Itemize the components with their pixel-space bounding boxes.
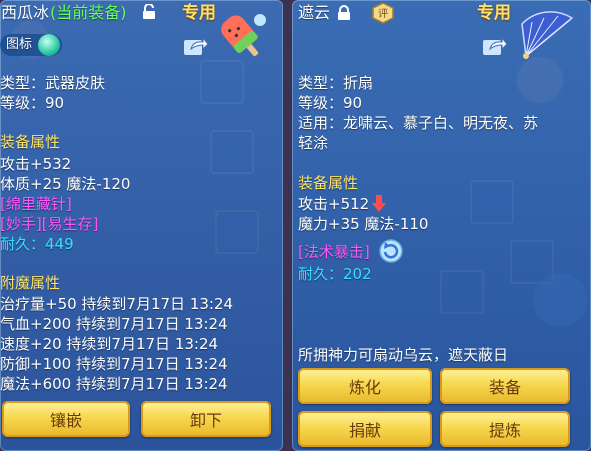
enchant-attributes-heading: 附魔属性 (0, 274, 61, 292)
icon-tab-label: 图标 (6, 37, 33, 52)
unlock-icon (143, 4, 155, 19)
share-icon[interactable] (482, 36, 508, 56)
special-skills: [妙手][易生存] (0, 215, 99, 233)
refine-button[interactable]: 炼化 (298, 368, 432, 404)
extract-button[interactable]: 提炼 (440, 411, 570, 447)
watermelon-popsicle-icon (221, 14, 266, 57)
special-effect: [绵里藏针] (0, 195, 72, 213)
exclusive-badge: 专用 (182, 3, 216, 23)
item-type: 类型：武器皮肤 (0, 74, 106, 92)
durability: 耐久：202 (298, 265, 372, 283)
item-level: 等级：90 (0, 94, 65, 112)
folding-fan-icon (521, 11, 574, 59)
item-description: 所拥神力可扇动乌云，遮天蔽日 (298, 346, 509, 364)
exclusive-badge: 专用 (477, 3, 511, 23)
appraise-badge-icon: 评 (372, 2, 394, 24)
icon-tab[interactable]: 图标 (0, 34, 62, 56)
inlay-button[interactable]: 镶嵌 (2, 401, 130, 437)
toggle-orb-icon (38, 34, 60, 56)
applicable-roles: 适用：龙啸云、慕子白、明无夜、苏 (298, 114, 539, 132)
equipped-tag: (当前装备) (50, 3, 127, 22)
equip-attributes-heading: 装备属性 (298, 174, 359, 192)
item-name: 西瓜冰 (1, 3, 50, 22)
share-icon[interactable] (183, 36, 209, 56)
enchant-line: 治疗量+50 持续到7月17日 13:24 (0, 295, 234, 313)
attr-line: 体质+25 魔法-120 (0, 175, 131, 193)
equip-attributes-heading: 装备属性 (0, 133, 61, 151)
attr-line: 攻击+532 (0, 155, 72, 173)
attr-line: 魔力+35 魔法-110 (298, 215, 429, 233)
lock-icon (338, 5, 350, 20)
enchant-line: 防御+100 持续到7月17日 13:24 (0, 355, 228, 373)
svg-text:评: 评 (378, 8, 388, 20)
enchant-line: 气血+200 持续到7月17日 13:24 (0, 315, 228, 333)
refresh-icon[interactable] (379, 239, 403, 263)
applicable-roles-cont: 轻涂 (298, 134, 329, 152)
right-item-tooltip: 遮云 评 专用 类型：折扇 等级：90 适用：龙啸云、慕子白、明无夜、苏 轻涂 … (292, 0, 591, 451)
donate-button[interactable]: 捐献 (298, 411, 432, 447)
down-arrow-icon (372, 195, 386, 212)
enchant-line: 魔法+600 持续到7月17日 13:24 (0, 375, 228, 393)
equip-button[interactable]: 装备 (440, 368, 570, 404)
durability: 耐久：449 (0, 235, 74, 253)
unequip-button[interactable]: 卸下 (141, 401, 271, 437)
item-name: 遮云 (298, 3, 331, 22)
item-type: 类型：折扇 (298, 74, 374, 92)
item-level: 等级：90 (298, 94, 363, 112)
special-effect: [法术暴击] (298, 243, 370, 261)
enchant-line: 速度+20 持续到7月17日 13:24 (0, 335, 219, 353)
attr-line: 攻击+512 (298, 195, 370, 213)
left-item-tooltip: 西瓜冰 (当前装备) 专用 图标 类型：武器皮肤 等级：90 装备属性 攻击+5… (0, 0, 283, 451)
